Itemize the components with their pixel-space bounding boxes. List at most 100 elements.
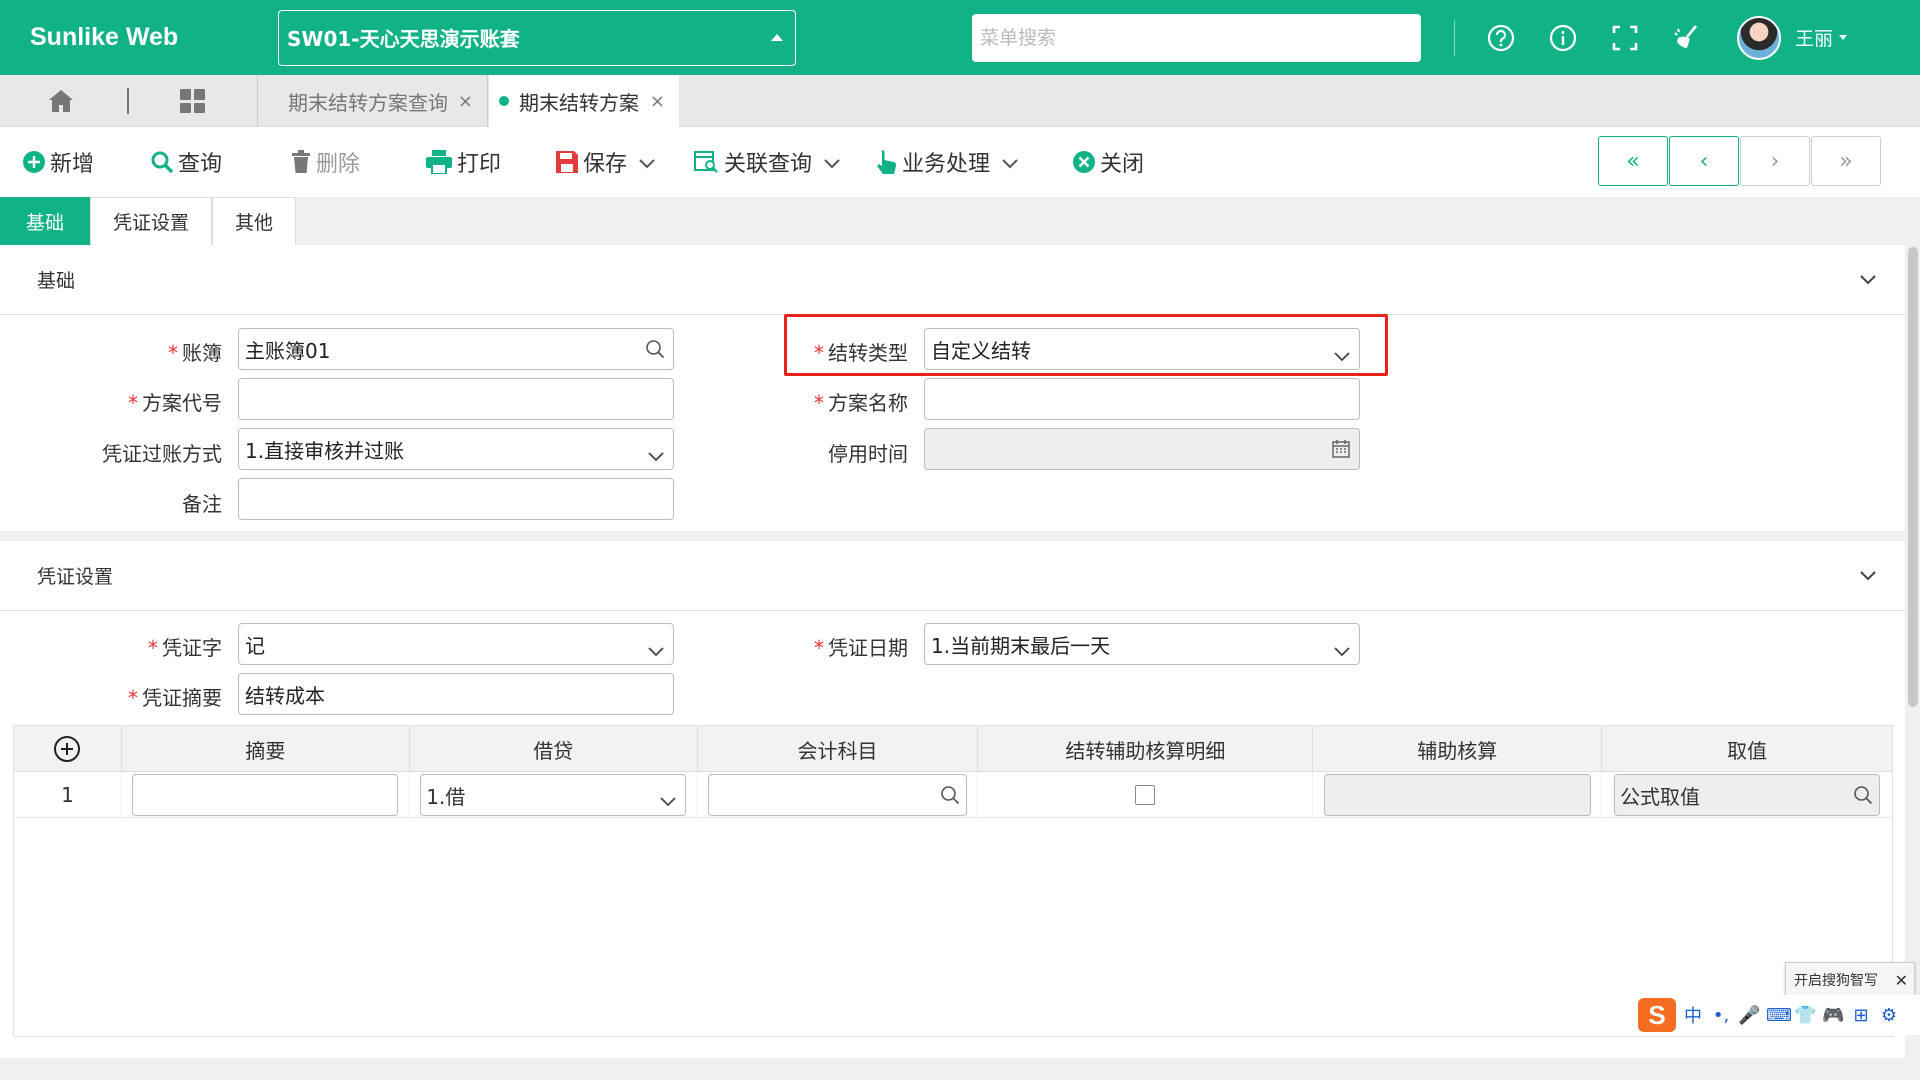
posting-mode-label: 凭证过账方式 bbox=[102, 442, 222, 466]
ledger-field[interactable]: 主账簿01 bbox=[238, 328, 674, 370]
disable-time-label: 停用时间 bbox=[828, 442, 908, 466]
new-button[interactable]: 新增 bbox=[22, 147, 94, 177]
chevron-down-icon[interactable] bbox=[1859, 565, 1877, 587]
related-search-icon bbox=[694, 150, 720, 174]
page-scrollbar[interactable] bbox=[1905, 245, 1920, 707]
business-button[interactable]: 业务处理 bbox=[876, 147, 1018, 177]
info-icon[interactable] bbox=[1547, 22, 1579, 54]
top-header: Sunlike Web SW01-天心天思演示账套 王丽 bbox=[0, 0, 1920, 75]
keyboard-icon[interactable]: ⌨ bbox=[1766, 1005, 1792, 1026]
voucher-summary-label: * 凭证摘要 bbox=[128, 686, 222, 710]
save-label: 保存 bbox=[583, 152, 628, 177]
print-button[interactable]: 打印 bbox=[425, 147, 501, 177]
aux-input[interactable] bbox=[1323, 774, 1591, 816]
clean-icon[interactable] bbox=[1671, 22, 1703, 54]
save-button[interactable]: 保存 bbox=[555, 147, 655, 177]
close-circle-icon bbox=[1072, 150, 1096, 174]
first-record-button[interactable]: « bbox=[1598, 136, 1668, 186]
prev-record-button[interactable]: ‹ bbox=[1669, 136, 1739, 186]
tab-scheme-query[interactable]: 期末结转方案查询 × bbox=[257, 75, 488, 127]
disable-time-field[interactable] bbox=[924, 428, 1360, 470]
posting-mode-select[interactable]: 1.直接审核并过账 bbox=[238, 428, 674, 470]
query-button[interactable]: 查询 bbox=[150, 147, 222, 177]
add-row-icon[interactable] bbox=[14, 726, 122, 772]
chevron-down-icon bbox=[1002, 150, 1018, 175]
summary-input[interactable] bbox=[132, 774, 399, 816]
account-name: SW01-天心天思演示账套 bbox=[287, 27, 520, 51]
chevron-down-icon[interactable] bbox=[1859, 269, 1877, 291]
calendar-icon[interactable] bbox=[1331, 439, 1351, 464]
tab-label: 期末结转方案查询 bbox=[288, 90, 448, 115]
panel-title: 基础 bbox=[37, 270, 76, 292]
microphone-icon[interactable]: 🎤 bbox=[1738, 1005, 1760, 1026]
fullscreen-icon[interactable] bbox=[1609, 22, 1641, 54]
ime-tip[interactable]: 开启搜狗智写 ✕ bbox=[1785, 962, 1915, 998]
search-icon[interactable] bbox=[645, 339, 665, 364]
avatar[interactable] bbox=[1737, 15, 1781, 60]
new-label: 新增 bbox=[50, 152, 95, 177]
active-dot-icon bbox=[499, 96, 509, 106]
user-menu[interactable]: 王丽 bbox=[1795, 24, 1848, 51]
debit-credit-value: 1.借 bbox=[426, 784, 466, 809]
toolbar: 新增 查询 删除 打印 保存 关联查询 业务处理 关闭 « ‹ › » bbox=[0, 127, 1920, 197]
help-icon[interactable] bbox=[1485, 22, 1517, 54]
transfer-type-label: * 结转类型 bbox=[814, 341, 908, 365]
ime-punct-icon[interactable]: •, bbox=[1710, 1005, 1732, 1026]
print-label: 打印 bbox=[457, 152, 502, 177]
toolbox-icon[interactable]: ⊞ bbox=[1850, 1005, 1872, 1026]
scrollbar-thumb[interactable] bbox=[1908, 247, 1918, 707]
chevron-down-icon bbox=[647, 639, 665, 663]
ime-tip-label: 开启搜狗智写 bbox=[1794, 973, 1878, 989]
delete-label: 删除 bbox=[316, 152, 361, 177]
tab-voucher-settings[interactable]: 凭证设置 bbox=[90, 197, 213, 245]
user-name: 王丽 bbox=[1795, 28, 1834, 50]
close-icon[interactable]: × bbox=[458, 91, 473, 112]
skin-icon[interactable]: 👕 bbox=[1794, 1005, 1816, 1026]
plus-circle-icon bbox=[22, 150, 46, 174]
voucher-summary-field[interactable]: 结转成本 bbox=[238, 673, 674, 715]
tab-separator bbox=[127, 88, 129, 114]
scheme-code-field[interactable] bbox=[238, 378, 674, 420]
scheme-code-label: * 方案代号 bbox=[128, 391, 222, 415]
transfer-type-value: 自定义结转 bbox=[931, 338, 1031, 363]
account-selector[interactable]: SW01-天心天思演示账套 bbox=[278, 9, 796, 66]
posting-mode-value: 1.直接审核并过账 bbox=[245, 438, 405, 463]
row-index: 1 bbox=[14, 772, 122, 818]
chevron-down-icon bbox=[1333, 344, 1351, 368]
last-record-button[interactable]: » bbox=[1811, 136, 1881, 186]
account-input[interactable] bbox=[708, 774, 968, 816]
transfer-type-select[interactable]: 自定义结转 bbox=[924, 328, 1360, 370]
tab-scheme[interactable]: 期末结转方案 × bbox=[489, 75, 679, 127]
voucher-date-select[interactable]: 1.当前期末最后一天 bbox=[924, 623, 1360, 665]
scheme-name-field[interactable] bbox=[924, 378, 1360, 420]
search-icon[interactable] bbox=[940, 785, 960, 810]
remark-field[interactable] bbox=[238, 478, 674, 520]
search-icon bbox=[150, 150, 174, 174]
close-icon[interactable]: ✕ bbox=[1895, 971, 1908, 990]
close-button[interactable]: 关闭 bbox=[1072, 147, 1144, 177]
ime-lang-icon[interactable]: 中 bbox=[1682, 1002, 1704, 1028]
tab-other[interactable]: 其他 bbox=[212, 197, 297, 245]
tab-label: 期末结转方案 bbox=[519, 90, 639, 115]
sogou-logo-icon[interactable]: S bbox=[1638, 998, 1676, 1032]
home-icon[interactable] bbox=[48, 89, 74, 113]
value-input[interactable]: 公式取值 bbox=[1614, 774, 1881, 816]
settings-icon[interactable]: ⚙ bbox=[1878, 1005, 1900, 1026]
search-icon[interactable] bbox=[1853, 785, 1873, 810]
debit-credit-select[interactable]: 1.借 bbox=[420, 774, 687, 816]
menu-search-input[interactable] bbox=[972, 13, 1421, 62]
next-record-button[interactable]: › bbox=[1740, 136, 1810, 186]
game-icon[interactable]: 🎮 bbox=[1822, 1005, 1844, 1026]
voucher-word-select[interactable]: 记 bbox=[238, 623, 674, 665]
chevron-down-icon[interactable] bbox=[639, 150, 655, 175]
aux-detail-checkbox[interactable] bbox=[1135, 785, 1156, 805]
tab-basic[interactable]: 基础 bbox=[0, 197, 90, 245]
voucher-word-label: * 凭证字 bbox=[148, 636, 222, 660]
business-label: 业务处理 bbox=[902, 152, 991, 177]
delete-button[interactable]: 删除 bbox=[290, 147, 360, 177]
app-grid-icon[interactable] bbox=[180, 89, 206, 113]
col-debit-credit: 借贷 bbox=[410, 726, 698, 772]
related-query-button[interactable]: 关联查询 bbox=[694, 147, 840, 177]
close-icon[interactable]: × bbox=[650, 91, 665, 112]
caret-up-icon bbox=[771, 34, 783, 41]
